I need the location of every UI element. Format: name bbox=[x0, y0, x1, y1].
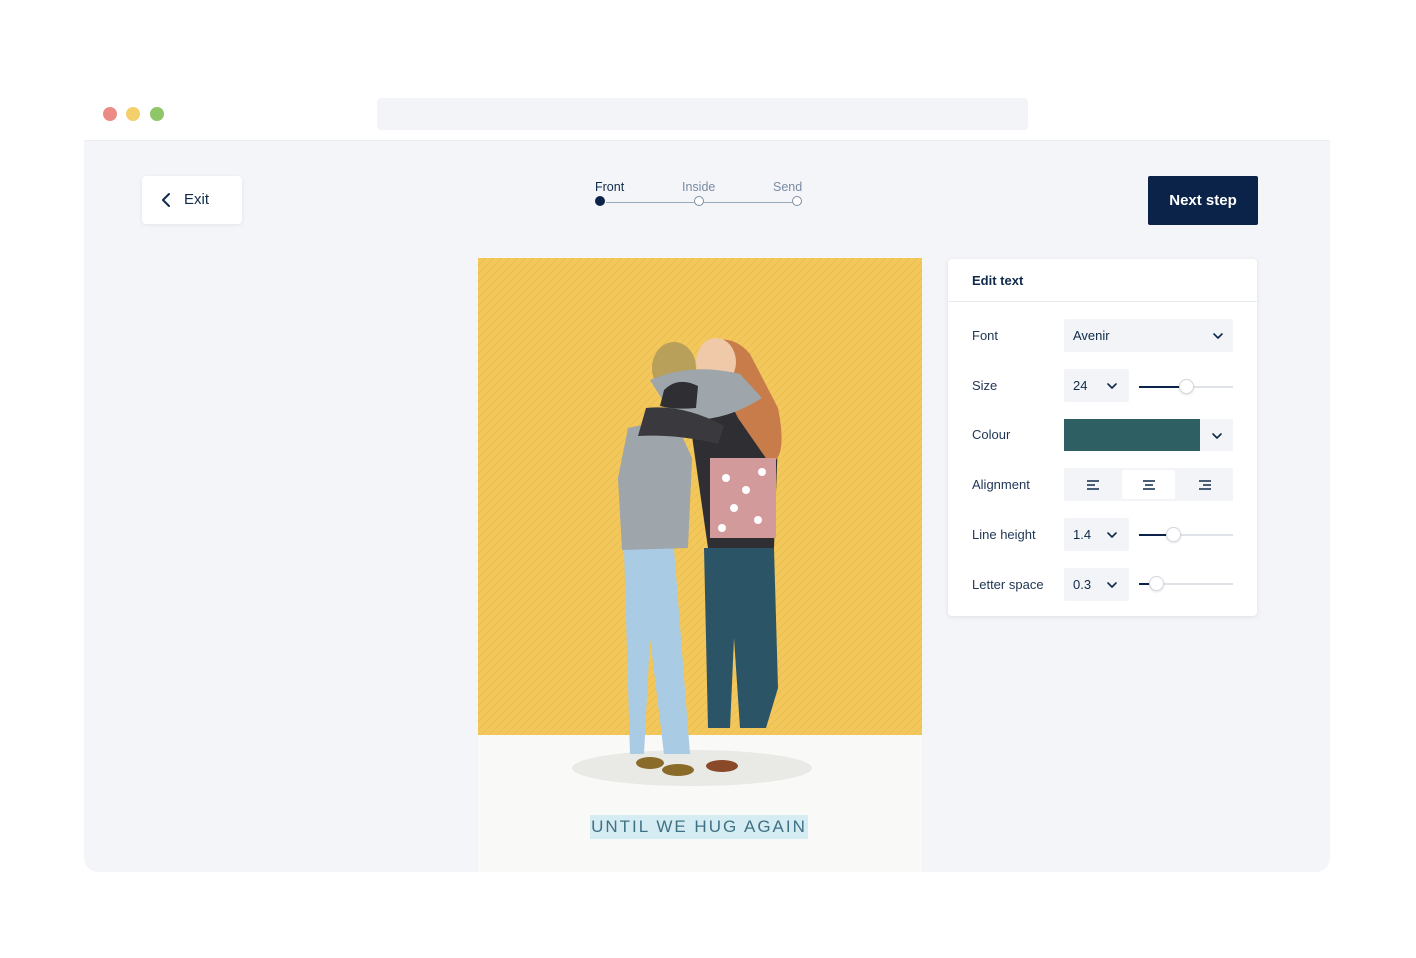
edit-text-panel: Edit text Font Avenir Size 24 Colour Ali… bbox=[948, 259, 1257, 616]
colour-label: Colour bbox=[972, 427, 1011, 442]
panel-title: Edit text bbox=[972, 273, 1024, 288]
size-value: 24 bbox=[1073, 378, 1088, 393]
align-center-button[interactable] bbox=[1122, 470, 1175, 499]
exit-label: Exit bbox=[184, 191, 210, 208]
font-value: Avenir bbox=[1073, 328, 1110, 343]
colour-dropdown-button[interactable] bbox=[1200, 419, 1233, 451]
step-front-dot[interactable] bbox=[595, 196, 605, 206]
chevron-down-icon bbox=[1212, 433, 1222, 439]
font-select[interactable]: Avenir bbox=[1064, 319, 1233, 352]
line-height-label: Line height bbox=[972, 527, 1036, 542]
step-connector bbox=[606, 202, 694, 203]
chevron-down-icon bbox=[1213, 333, 1223, 339]
alignment-toggle-group bbox=[1064, 468, 1233, 501]
size-select[interactable]: 24 bbox=[1064, 369, 1129, 402]
size-slider-thumb[interactable] bbox=[1179, 379, 1194, 394]
minimize-window-dot[interactable] bbox=[126, 107, 140, 121]
letter-space-label: Letter space bbox=[972, 577, 1044, 592]
maximize-window-dot[interactable] bbox=[150, 107, 164, 121]
step-send-dot[interactable] bbox=[792, 196, 802, 206]
step-front-label[interactable]: Front bbox=[595, 180, 624, 194]
chevron-down-icon bbox=[1107, 532, 1117, 538]
line-height-slider[interactable] bbox=[1139, 527, 1233, 542]
center-align-icon bbox=[1143, 480, 1155, 490]
step-inside-dot[interactable] bbox=[694, 196, 704, 206]
figures-graphic bbox=[572, 338, 812, 786]
letter-space-select[interactable]: 0.3 bbox=[1064, 568, 1129, 601]
letter-space-slider-thumb[interactable] bbox=[1149, 576, 1164, 591]
font-label: Font bbox=[972, 328, 999, 343]
step-send-label[interactable]: Send bbox=[773, 180, 802, 194]
line-height-select[interactable]: 1.4 bbox=[1064, 518, 1129, 551]
browser-window: Exit Front Inside Send Next step UNTIL W… bbox=[84, 88, 1330, 872]
align-right-button[interactable] bbox=[1178, 470, 1231, 499]
alignment-label: Alignment bbox=[972, 477, 1030, 492]
align-left-button[interactable] bbox=[1066, 470, 1119, 499]
card-preview: UNTIL WE HUG AGAIN bbox=[478, 258, 922, 872]
progress-stepper: Front Inside Send bbox=[590, 180, 810, 220]
letter-space-value: 0.3 bbox=[1073, 577, 1092, 592]
left-align-icon bbox=[1087, 480, 1099, 490]
size-slider[interactable] bbox=[1139, 379, 1233, 394]
card-caption-text[interactable]: UNTIL WE HUG AGAIN bbox=[590, 815, 808, 839]
line-height-value: 1.4 bbox=[1073, 527, 1092, 542]
panel-divider bbox=[948, 301, 1257, 302]
exit-button[interactable]: Exit bbox=[142, 176, 242, 224]
size-label: Size bbox=[972, 378, 998, 393]
letter-space-slider[interactable] bbox=[1139, 576, 1233, 591]
chevron-down-icon bbox=[1107, 582, 1117, 588]
chevron-left-icon bbox=[162, 193, 170, 207]
address-bar[interactable] bbox=[377, 98, 1028, 130]
next-step-button[interactable]: Next step bbox=[1148, 176, 1258, 225]
right-align-icon bbox=[1199, 480, 1211, 490]
chevron-down-icon bbox=[1107, 383, 1117, 389]
line-height-slider-thumb[interactable] bbox=[1166, 527, 1181, 542]
colour-swatch[interactable] bbox=[1064, 419, 1200, 451]
step-connector bbox=[704, 202, 792, 203]
close-window-dot[interactable] bbox=[103, 107, 117, 121]
window-titlebar bbox=[84, 88, 1330, 141]
step-inside-label[interactable]: Inside bbox=[682, 180, 715, 194]
